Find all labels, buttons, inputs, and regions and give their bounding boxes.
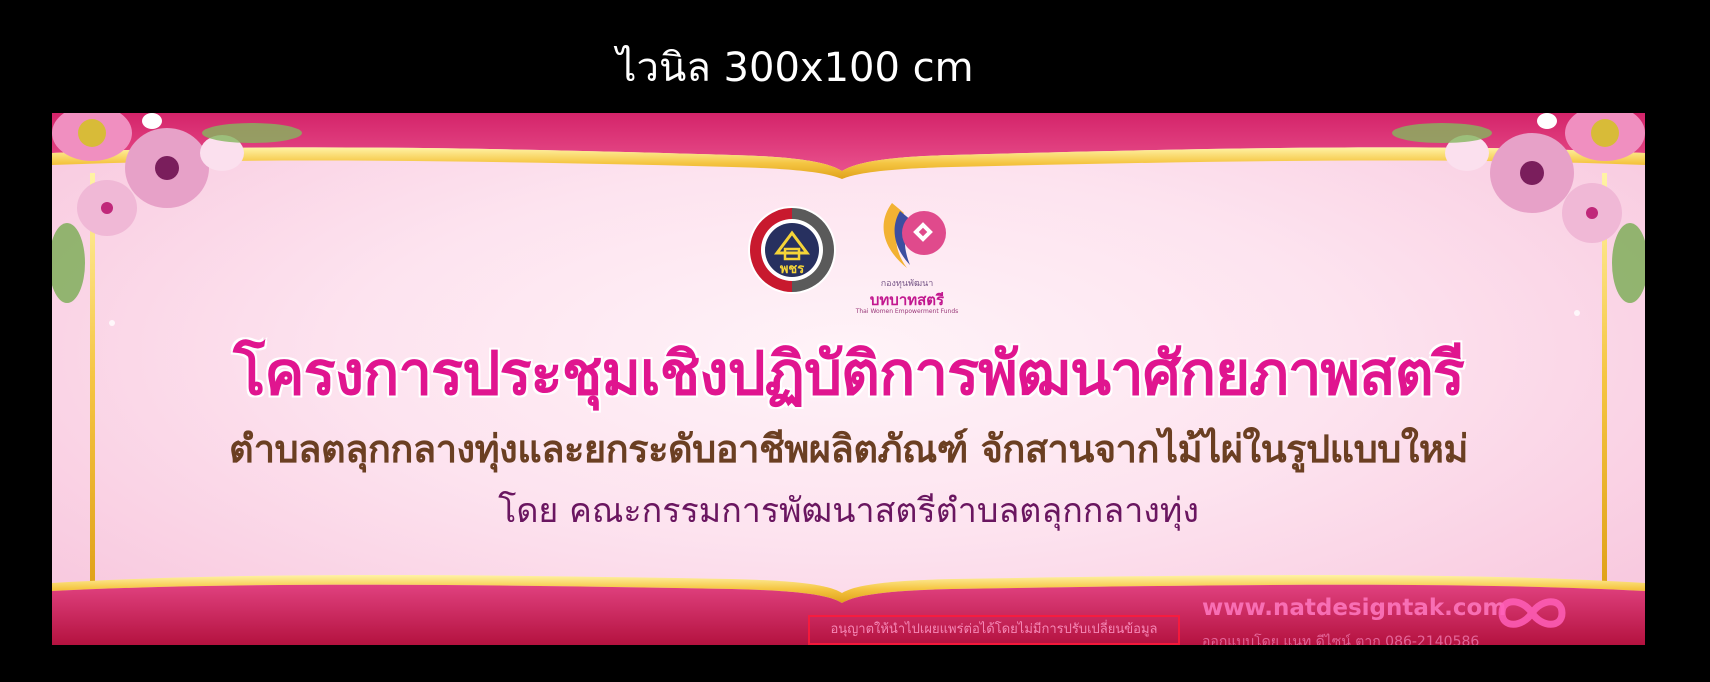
women-fund-logo: กองทุนพัฒนา บทบาทสตรี Thai Women Empower…: [852, 193, 962, 315]
banner-subtitle: ตำบลตลุกกลางทุ่งและยกระดับอาชีพผลิตภัณฑ์…: [229, 427, 1468, 471]
flower-decoration-left-icon: [52, 113, 302, 303]
fund-logo-line3: Thai Women Empowerment Funds: [855, 308, 959, 315]
svg-text:พชร: พชร: [780, 262, 804, 277]
banner-byline: โดย คณะกรรมการพัฒนาสตรีตำบลตลุกกลางทุ่ง: [498, 491, 1199, 531]
flower-decoration-right-icon: [1392, 113, 1645, 303]
banner-title: โครงการประชุมเชิงปฏิบัติการพัฒนาศักยภาพส…: [233, 339, 1465, 409]
watermark-infinity-logo-icon: [1498, 598, 1566, 628]
vinyl-banner: พชร กองทุนพัฒนา บทบาทสตรี Thai Women Emp…: [52, 113, 1645, 645]
watermark-website: www.natdesigntak.com: [1202, 595, 1507, 621]
ministry-seal-logo-icon: พชร: [748, 206, 836, 294]
women-fund-emblem-icon: [883, 203, 946, 268]
watermark-notice: อนุญาตให้นำไปเผยแพร่ต่อได้โดยไม่มีการปรั…: [808, 615, 1180, 645]
watermark-contact: ออกแบบโดย แนท ดีไซน์ ตาก 086-2140586: [1202, 634, 1480, 645]
banner-size-caption: ไวนิล 300x100 cm: [616, 45, 974, 91]
